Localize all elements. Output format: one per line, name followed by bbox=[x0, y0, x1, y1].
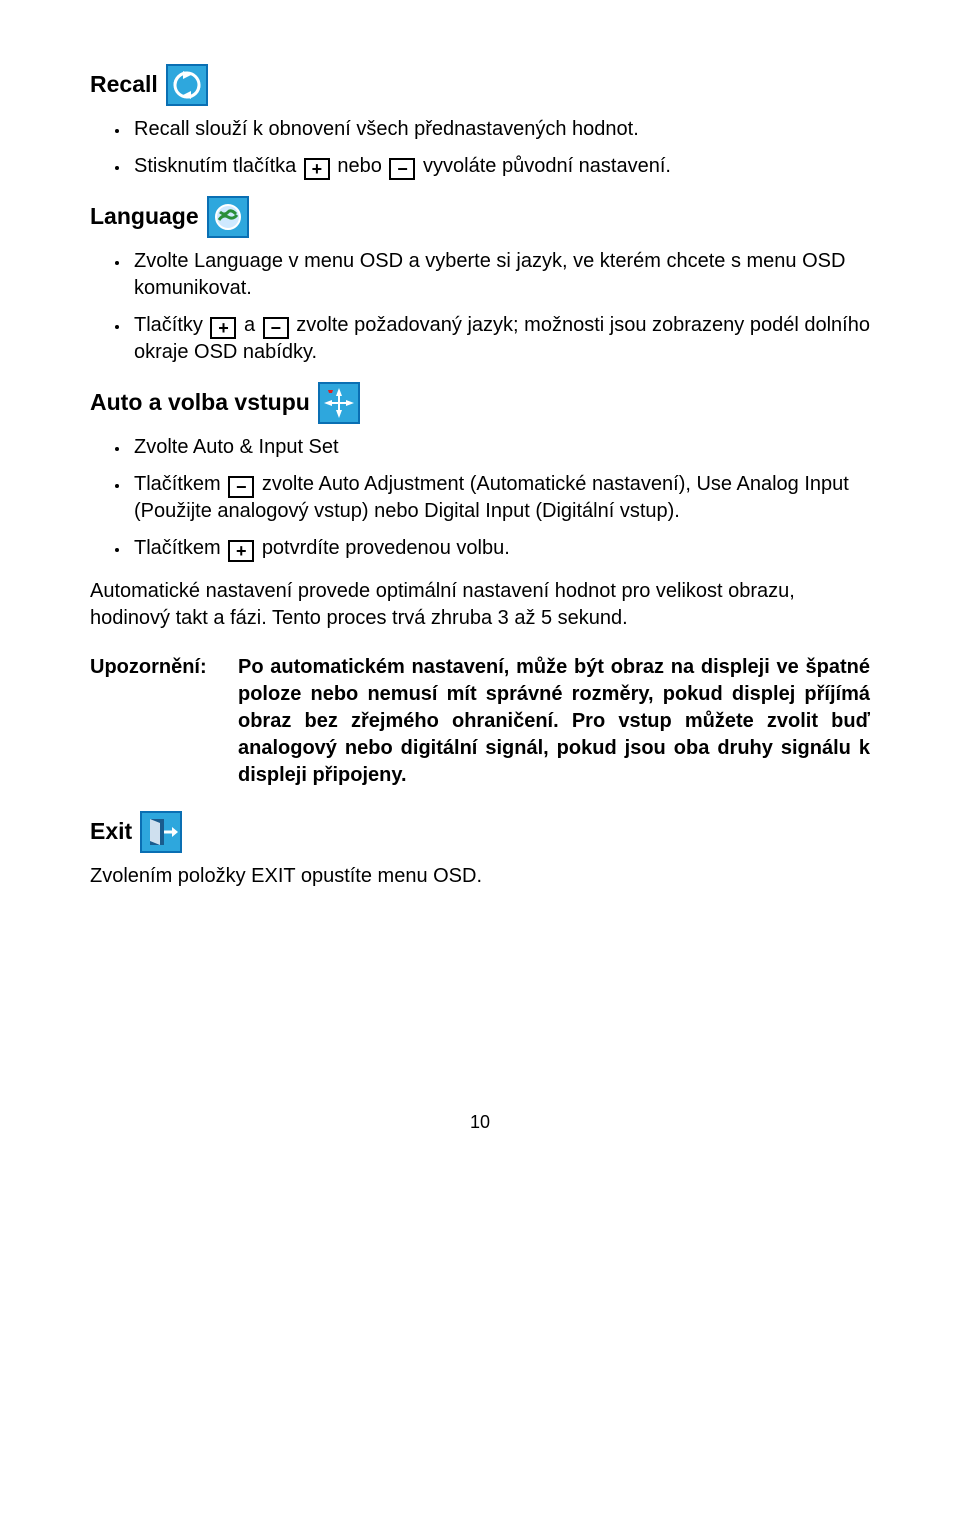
notice-body: Po automatickém nastavení, může být obra… bbox=[238, 654, 870, 789]
text: Stisknutím tlačítka bbox=[134, 155, 302, 177]
auto-list: Zvolte Auto & Input Set Tlačítkem − zvol… bbox=[90, 434, 870, 562]
notice-label: Upozornění: bbox=[90, 654, 220, 681]
heading-exit: Exit bbox=[90, 811, 870, 853]
heading-language-text: Language bbox=[90, 201, 199, 232]
list-item: Zvolte Auto & Input Set bbox=[130, 434, 870, 461]
text: Tlačítkem bbox=[134, 537, 226, 559]
text: potvrdíte provedenou volbu. bbox=[262, 537, 510, 559]
list-item: Recall slouží k obnovení všech přednasta… bbox=[130, 116, 870, 143]
text: vyvoláte původní nastavení. bbox=[423, 155, 671, 177]
heading-recall-text: Recall bbox=[90, 69, 158, 100]
plus-button-icon: + bbox=[228, 540, 254, 562]
language-icon bbox=[207, 196, 249, 238]
heading-recall: Recall bbox=[90, 64, 870, 106]
list-item: Zvolte Language v menu OSD a vyberte si … bbox=[130, 248, 870, 302]
recall-list: Recall slouží k obnovení všech přednasta… bbox=[90, 116, 870, 180]
text: nebo bbox=[337, 155, 387, 177]
notice-block: Upozornění: Po automatickém nastavení, m… bbox=[90, 654, 870, 789]
language-list: Zvolte Language v menu OSD a vyberte si … bbox=[90, 248, 870, 366]
auto-paragraph: Automatické nastavení provede optimální … bbox=[90, 578, 870, 632]
plus-button-icon: + bbox=[304, 158, 330, 180]
minus-button-icon: − bbox=[389, 158, 415, 180]
exit-icon bbox=[140, 811, 182, 853]
text: Zvolte Language v menu OSD a vyberte si … bbox=[134, 250, 845, 299]
minus-button-icon: − bbox=[228, 476, 254, 498]
text: Tlačítky bbox=[134, 314, 208, 336]
list-item: Stisknutím tlačítka + nebo − vyvoláte pů… bbox=[130, 153, 870, 180]
text: a bbox=[244, 314, 261, 336]
recall-icon bbox=[166, 64, 208, 106]
heading-language: Language bbox=[90, 196, 870, 238]
heading-auto-text: Auto a volba vstupu bbox=[90, 387, 310, 418]
exit-paragraph: Zvolením položky EXIT opustíte menu OSD. bbox=[90, 863, 870, 890]
list-item: Tlačítkem − zvolte Auto Adjustment (Auto… bbox=[130, 471, 870, 525]
plus-button-icon: + bbox=[210, 317, 236, 339]
list-item: Tlačítky + a − zvolte požadovaný jazyk; … bbox=[130, 312, 870, 366]
list-item: Tlačítkem + potvrdíte provedenou volbu. bbox=[130, 535, 870, 562]
text: Tlačítkem bbox=[134, 473, 226, 495]
heading-auto: Auto a volba vstupu bbox=[90, 382, 870, 424]
minus-button-icon: − bbox=[263, 317, 289, 339]
text: Recall slouží k obnovení všech přednasta… bbox=[134, 118, 639, 140]
page-number: 10 bbox=[90, 1110, 870, 1134]
auto-input-icon bbox=[318, 382, 360, 424]
heading-exit-text: Exit bbox=[90, 816, 132, 847]
text: Zvolte Auto & Input Set bbox=[134, 436, 339, 458]
